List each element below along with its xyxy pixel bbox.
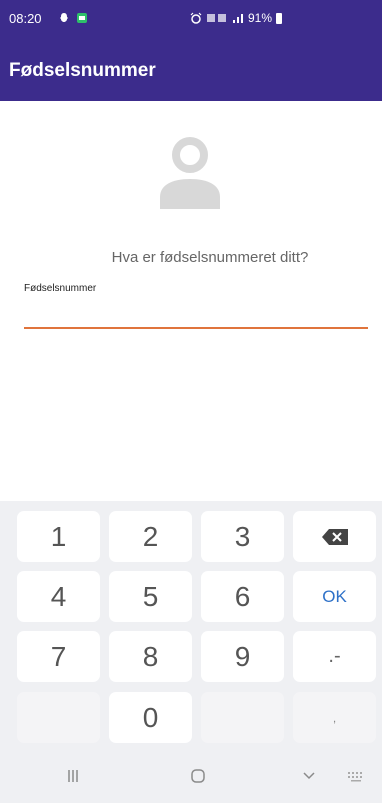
key-1[interactable]: 1 [17, 511, 100, 562]
key-3[interactable]: 3 [201, 511, 284, 562]
content: Hva er fødselsnummeret ditt? Fødselsnumm… [0, 101, 382, 501]
alarm-icon [190, 12, 202, 24]
status-left-icons [58, 12, 88, 24]
key-5[interactable]: 5 [109, 571, 192, 622]
recent-apps-icon[interactable] [64, 767, 82, 785]
key-6[interactable]: 6 [201, 571, 284, 622]
status-right: 91% [190, 11, 283, 25]
status-time: 08:20 [9, 11, 42, 26]
key-9[interactable]: 9 [201, 631, 284, 682]
keyboard-switch-icon[interactable] [346, 767, 366, 785]
backspace-icon [321, 528, 348, 545]
key-7[interactable]: 7 [17, 631, 100, 682]
home-icon[interactable] [189, 767, 207, 785]
birth-number-input[interactable] [24, 301, 368, 329]
field-label: Fødselsnummer [24, 283, 97, 294]
battery-percent: 91% [248, 11, 273, 25]
key-2[interactable]: 2 [109, 511, 192, 562]
snapchat-icon [60, 13, 68, 22]
dot-dash-key[interactable]: .- [293, 631, 376, 682]
ok-key[interactable]: OK [293, 571, 376, 622]
key-8[interactable]: 8 [109, 631, 192, 682]
key-0[interactable]: 0 [109, 692, 192, 743]
app-bar: Fødselsnummer [0, 40, 382, 101]
signal-icon [233, 14, 243, 23]
nav-bar [0, 755, 382, 803]
backspace-key[interactable] [293, 511, 376, 562]
status-bar: 08:20 91% [0, 0, 382, 40]
battery-icon [276, 12, 283, 24]
prompt-text: Hva er fødselsnummeret ditt? [111, 249, 309, 266]
app-icon [77, 13, 87, 23]
blank-key [201, 692, 284, 743]
4g-icon [207, 14, 226, 22]
comma-key[interactable]: , [293, 692, 376, 743]
person-icon [160, 137, 220, 209]
back-icon[interactable] [300, 767, 318, 785]
key-4[interactable]: 4 [17, 571, 100, 622]
app-title: Fødselsnummer [9, 60, 156, 81]
blank-key [17, 692, 100, 743]
